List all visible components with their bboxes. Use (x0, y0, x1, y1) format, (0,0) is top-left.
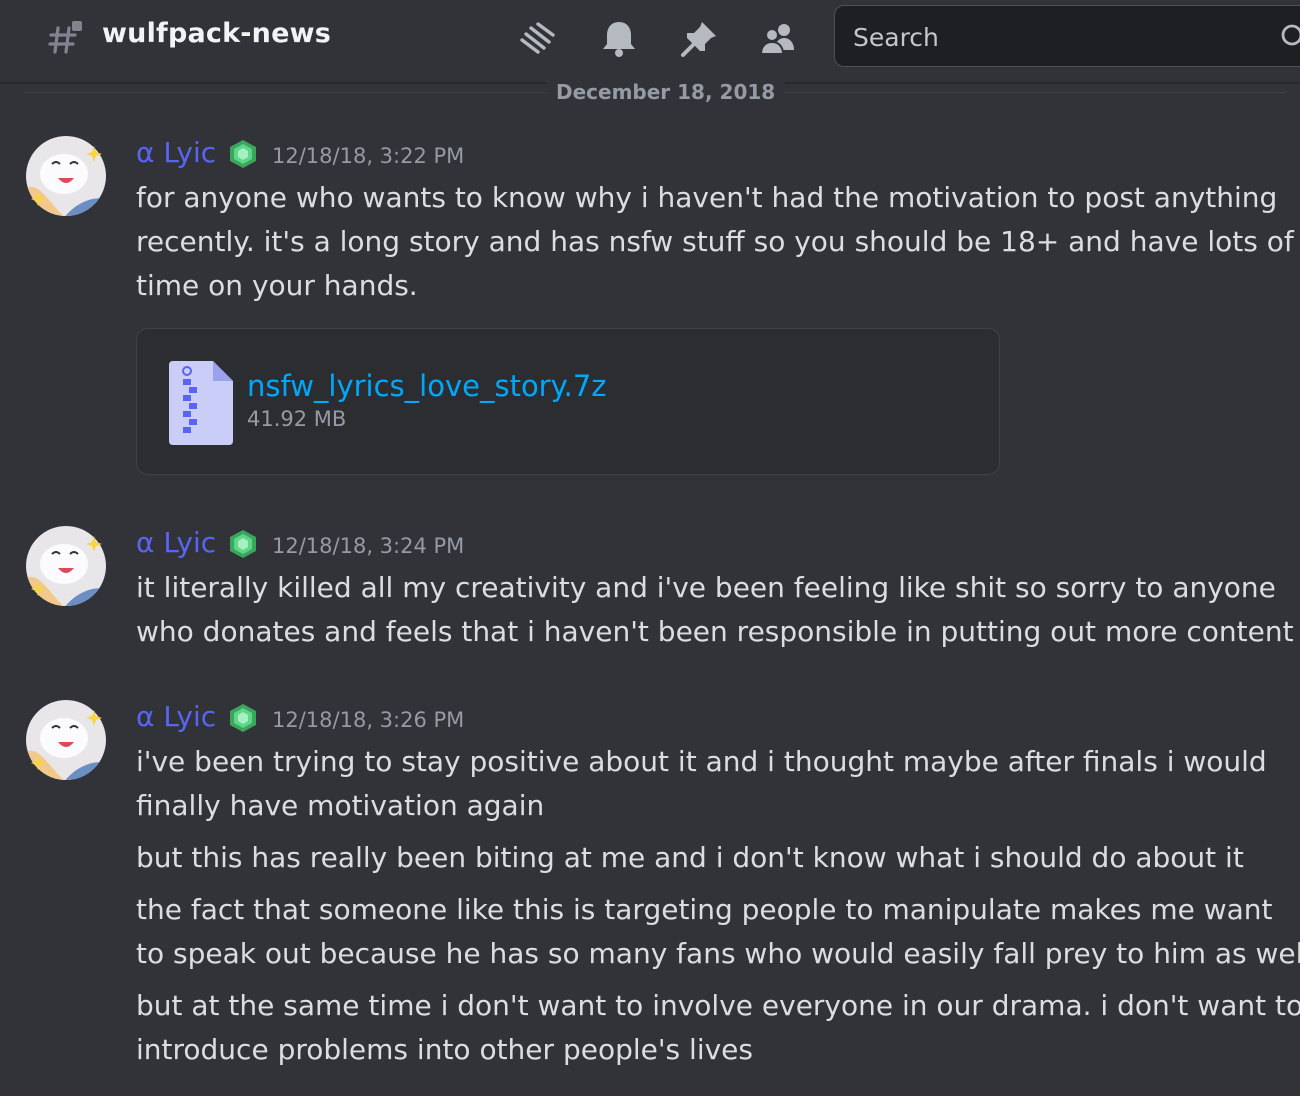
search-input[interactable] (851, 20, 1255, 54)
message-text-line: finally have motivation again (136, 789, 545, 822)
username[interactable]: α Lyic (136, 700, 216, 733)
threads-icon[interactable] (516, 18, 558, 60)
search-box[interactable] (834, 5, 1300, 67)
message-text-line: who donates and feels that i haven't bee… (136, 615, 1294, 648)
bell-icon[interactable] (598, 18, 640, 60)
attachment-file-size: 41.92 MB (247, 407, 347, 431)
nitro-gem-badge-icon (230, 530, 256, 558)
nitro-gem-badge-icon (230, 140, 256, 168)
message-text-line: it literally killed all my creativity an… (136, 571, 1276, 604)
message-timestamp: 12/18/18, 3:26 PM (272, 708, 465, 732)
pin-icon[interactable] (678, 18, 720, 60)
search-icon (1281, 24, 1300, 46)
username[interactable]: α Lyic (136, 526, 216, 559)
avatar[interactable] (24, 698, 108, 782)
date-divider-label: December 18, 2018 (546, 80, 786, 104)
file-attachment[interactable]: nsfw_lyrics_love_story.7z 41.92 MB (136, 328, 1000, 475)
followup-message-line: introduce problems into other people's l… (136, 1033, 753, 1066)
message-text-line: for anyone who wants to know why i haven… (136, 181, 1278, 214)
channel-header: wulfpack-news (0, 0, 1300, 84)
username[interactable]: α Lyic (136, 136, 216, 169)
message-text-line: time on your hands. (136, 269, 418, 302)
avatar[interactable] (24, 524, 108, 608)
message-timestamp: 12/18/18, 3:22 PM (272, 144, 465, 168)
message-timestamp: 12/18/18, 3:24 PM (272, 534, 465, 558)
message-text-line: i've been trying to stay positive about … (136, 745, 1267, 778)
message-text-line: recently. it's a long story and has nsfw… (136, 225, 1294, 258)
followup-message-line: to speak out because he has so many fans… (136, 937, 1300, 970)
channel-name: wulfpack-news (102, 18, 332, 49)
members-icon[interactable] (757, 18, 799, 60)
archive-file-icon (169, 361, 233, 445)
followup-message-line: but this has really been biting at me an… (136, 841, 1244, 874)
followup-message-line: the fact that someone like this is targe… (136, 893, 1273, 926)
nitro-gem-badge-icon (230, 704, 256, 732)
attachment-file-name-link[interactable]: nsfw_lyrics_love_story.7z (247, 369, 607, 403)
text-channel-thread-icon (48, 21, 82, 54)
avatar[interactable] (24, 134, 108, 218)
followup-message-line: but at the same time i don't want to inv… (136, 989, 1300, 1022)
